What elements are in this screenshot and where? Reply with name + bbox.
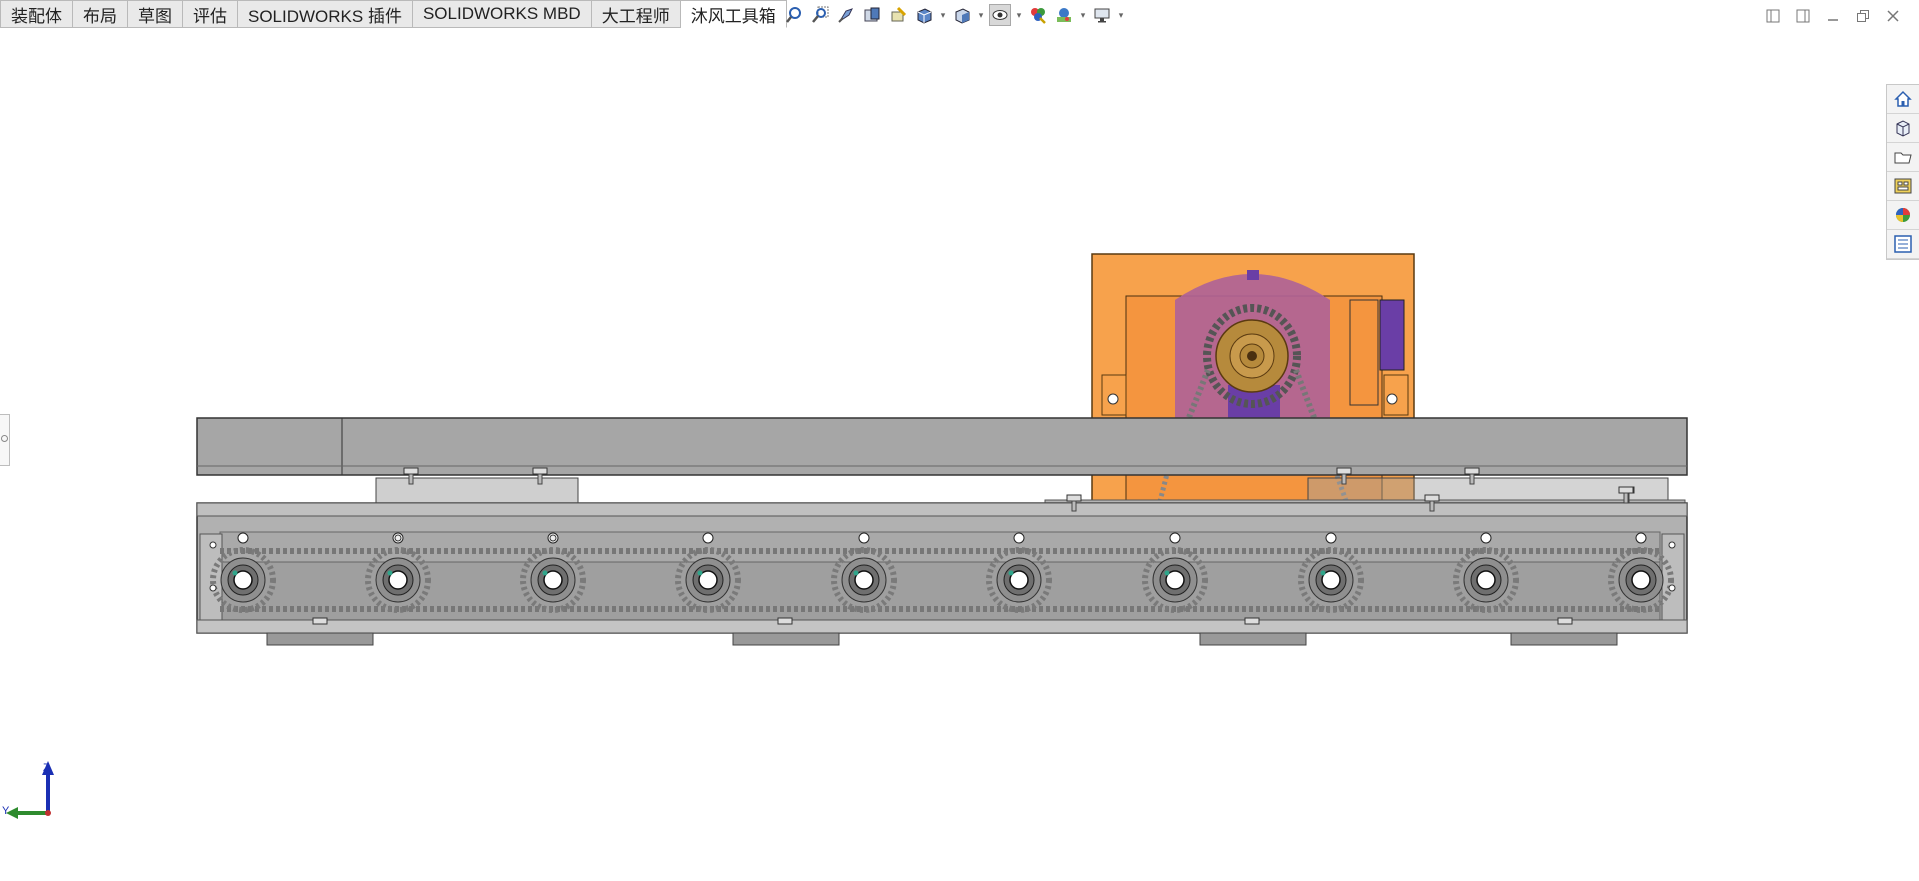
feet: [266, 632, 1618, 646]
model-viewport[interactable]: [0, 0, 1919, 881]
conveyor-frame: [196, 502, 1688, 634]
triad-z-label: Z: [43, 762, 50, 774]
triad-y-label: Y: [2, 805, 10, 817]
top-beam: [196, 417, 1688, 476]
